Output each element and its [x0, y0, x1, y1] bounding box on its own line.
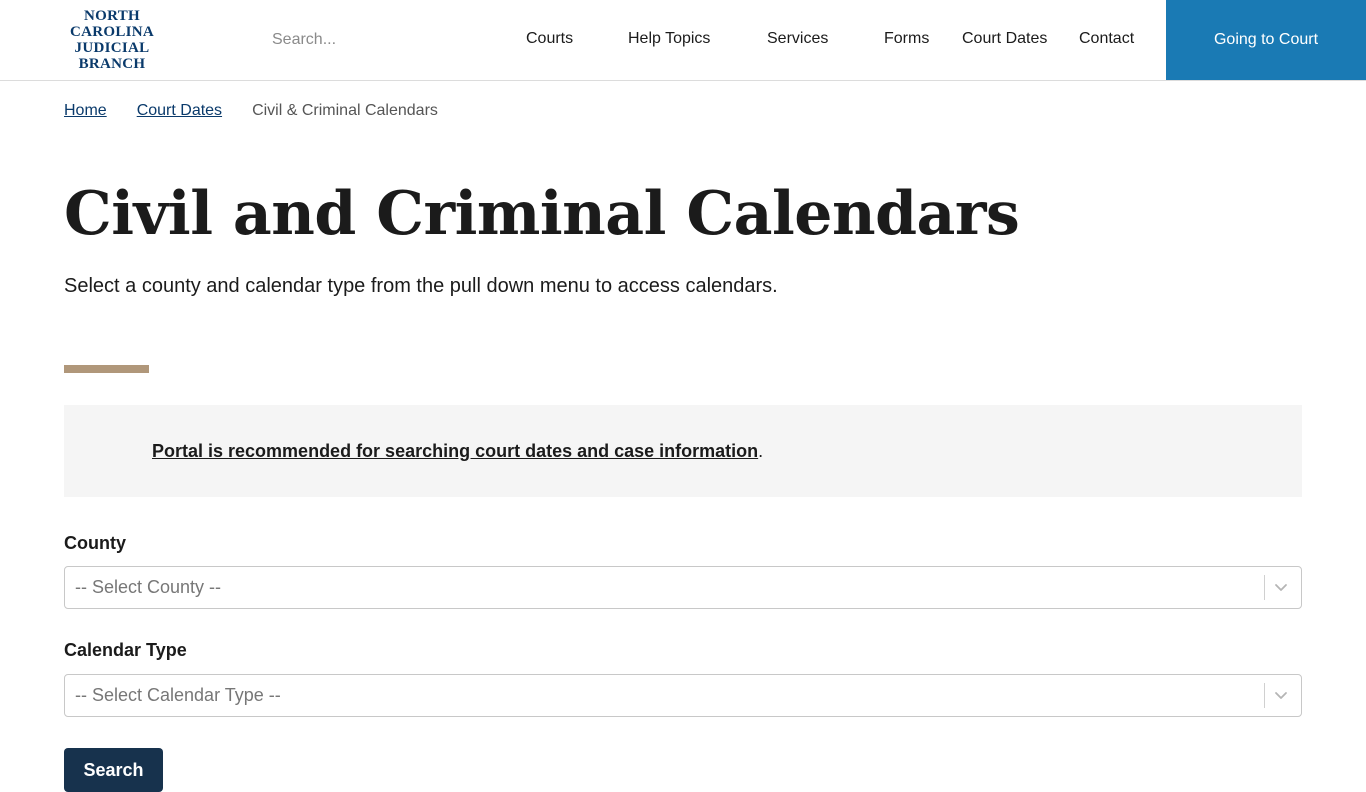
page-title: Civil and Criminal Calendars [64, 179, 1020, 249]
portal-link[interactable]: Portal is recommended for searching cour… [152, 441, 758, 461]
calendar-type-select[interactable]: -- Select Calendar Type -- [64, 674, 1302, 717]
logo-line: BRANCH [78, 56, 146, 72]
page-intro: Select a county and calendar type from t… [64, 275, 778, 297]
nav-help-topics[interactable]: Help Topics [628, 30, 710, 48]
chevron-down-icon[interactable] [1273, 687, 1289, 703]
county-select[interactable]: -- Select County -- [64, 566, 1302, 609]
logo-line: JUDICIAL [74, 40, 150, 56]
breadcrumb: Home Court Dates Civil & Criminal Calendar… [64, 102, 438, 120]
county-select-value: -- Select County -- [75, 577, 222, 597]
nav-forms[interactable]: Forms [884, 30, 929, 48]
select-separator [1264, 575, 1265, 600]
going-to-court-button[interactable]: Going to Court [1166, 0, 1366, 80]
nav-services[interactable]: Services [767, 30, 828, 48]
select-separator [1264, 683, 1265, 708]
notice-message: Portal is recommended for searching cour… [152, 441, 763, 462]
chevron-down-icon[interactable] [1273, 579, 1289, 595]
nav-courts[interactable]: Courts [526, 30, 573, 48]
accent-divider [64, 365, 149, 373]
search-button[interactable]: Search [64, 748, 163, 792]
nav-court-dates[interactable]: Court Dates [962, 30, 1047, 48]
breadcrumb-court-dates[interactable]: Court Dates [137, 102, 222, 119]
nav-contact[interactable]: Contact [1079, 30, 1134, 48]
search-input[interactable] [262, 26, 462, 54]
calendar-type-label: Calendar Type [64, 640, 187, 660]
calendar-type-select-value: -- Select Calendar Type -- [75, 685, 281, 705]
site-header: NORTH CAROLINA JUDICIAL BRANCH Courts He… [0, 0, 1366, 81]
county-label: County [64, 533, 126, 553]
site-logo[interactable]: NORTH CAROLINA JUDICIAL BRANCH [62, 8, 162, 72]
logo-line: NORTH [84, 8, 140, 24]
breadcrumb-home[interactable]: Home [64, 102, 107, 119]
breadcrumb-current: Civil & Criminal Calendars [252, 102, 438, 119]
portal-notice: Portal is recommended for searching cour… [64, 405, 1302, 497]
notice-suffix: . [758, 441, 764, 461]
logo-line: CAROLINA [69, 24, 155, 40]
